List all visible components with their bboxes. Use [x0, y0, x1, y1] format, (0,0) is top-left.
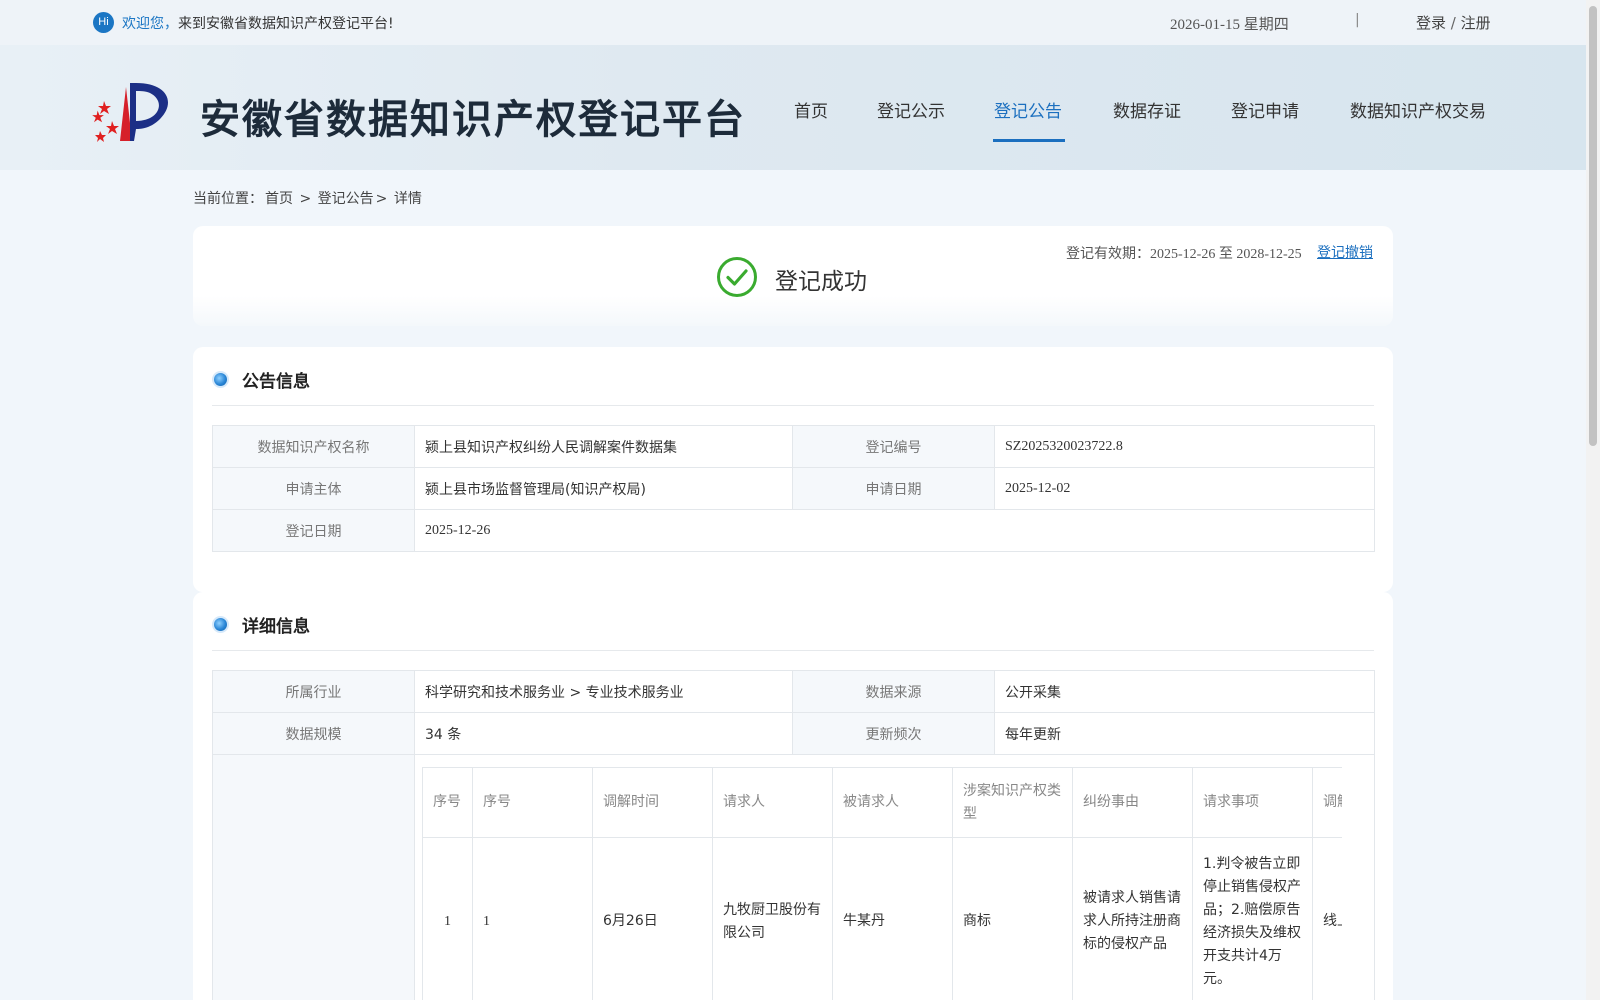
nav-registration-notice[interactable]: 登记公示	[877, 97, 945, 122]
nav-registration-announcement[interactable]: 登记公告	[994, 97, 1062, 122]
status-text: 登记成功	[775, 269, 867, 295]
main-nav: 首页 登记公示 登记公告 数据存证 登记申请 数据知识产权交易	[0, 45, 1586, 170]
col-header: 涉案知识产权类型	[952, 767, 1073, 838]
data-source-label: 数据来源	[792, 670, 995, 713]
cell: 商标	[952, 837, 1073, 1000]
ip-name-label: 数据知识产权名称	[212, 425, 415, 468]
reg-date-label: 登记日期	[212, 509, 415, 552]
sample-data-table: 序号 序号 调解时间 请求人 被请求人 涉案知识产权类型 纠纷事由 请求事项 调…	[422, 767, 1342, 1000]
nav-registration-apply[interactable]: 登记申请	[1231, 97, 1299, 122]
cell: 1	[422, 837, 473, 1000]
cell: 牛某丹	[832, 837, 953, 1000]
cell: 线上	[1312, 837, 1342, 1000]
nav-ip-trade[interactable]: 数据知识产权交易	[1350, 97, 1486, 122]
welcome-highlight: 欢迎您，	[122, 16, 178, 32]
table-row: 1 1 6月26日 九牧厨卫股份有限公司 牛某丹 商标 被请求人销售请求人所持注…	[422, 837, 1342, 1000]
section-divider	[212, 650, 1374, 651]
ip-name-value: 颍上县知识产权纠纷人民调解案件数据集	[414, 425, 793, 468]
breadcrumb-prefix: 当前位置：	[193, 191, 263, 207]
cell: 1	[472, 837, 593, 1000]
sample-label-cell	[212, 754, 415, 1000]
validity-period: 登记有效期：2025-12-26 至 2028-12-25	[1066, 243, 1302, 263]
data-scale-value: 34 条	[414, 712, 793, 755]
sample-table-scroll[interactable]: 序号 序号 调解时间 请求人 被请求人 涉案知识产权类型 纠纷事由 请求事项 调…	[422, 767, 1342, 1000]
col-header: 调解时间	[592, 767, 713, 838]
cell: 1.判令被告立即停止销售侵权产品；2.赔偿原告经济损失及维权开支共计4万元。	[1192, 837, 1313, 1000]
nav-data-certificate[interactable]: 数据存证	[1113, 97, 1181, 122]
nav-active-underline	[993, 139, 1065, 142]
topbar-separator: |	[1355, 12, 1360, 28]
nav-home[interactable]: 首页	[794, 97, 828, 122]
applicant-label: 申请主体	[212, 467, 415, 510]
reg-number-value: SZ2025320023722.8	[994, 425, 1375, 468]
col-header: 调解	[1312, 767, 1342, 838]
welcome-text: 欢迎您，来到安徽省数据知识产权登记平台!	[122, 13, 394, 33]
table-row: 登记日期 2025-12-26	[212, 509, 1375, 552]
breadcrumb: 当前位置： 首页 > 登记公告 > 详情	[193, 188, 424, 208]
table-row: 数据规模 34 条 更新频次 每年更新	[212, 712, 1375, 755]
detail-card: 详细信息 所属行业 科学研究和技术服务业 > 专业技术服务业 数据来源 公开采集…	[193, 592, 1393, 1000]
col-header: 请求事项	[1192, 767, 1313, 838]
announcement-header: 公告信息	[212, 365, 1374, 395]
current-date: 2026-01-15 星期四	[1170, 17, 1289, 33]
detail-title: 详细信息	[242, 617, 310, 637]
apply-date-label: 申请日期	[792, 467, 995, 510]
section-bullet-icon	[212, 616, 229, 633]
breadcrumb-gt-1: >	[295, 191, 316, 207]
col-header: 被请求人	[832, 767, 953, 838]
table-row: 申请主体 颍上县市场监督管理局(知识产权局) 申请日期 2025-12-02	[212, 467, 1375, 510]
data-source-value: 公开采集	[994, 670, 1375, 713]
cell: 九牧厨卫股份有限公司	[712, 837, 833, 1000]
breadcrumb-section[interactable]: 登记公告	[318, 191, 374, 207]
update-frequency-label: 更新频次	[792, 712, 995, 755]
detail-header: 详细信息	[212, 610, 1374, 640]
scrollbar-thumb[interactable]	[1589, 6, 1597, 446]
register-link[interactable]: 注册	[1461, 14, 1491, 32]
header-banner: 安徽省数据知识产权登记平台 首页 登记公示 登记公告 数据存证 登记申请 数据知…	[0, 45, 1586, 170]
table-row: 所属行业 科学研究和技术服务业 > 专业技术服务业 数据来源 公开采集	[212, 670, 1375, 713]
table-row: 数据知识产权名称 颍上县知识产权纠纷人民调解案件数据集 登记编号 SZ20253…	[212, 425, 1375, 468]
col-header: 序号	[472, 767, 593, 838]
section-divider	[212, 405, 1374, 406]
breadcrumb-gt-2: >	[375, 191, 392, 207]
apply-date-value: 2025-12-02	[994, 467, 1375, 510]
breadcrumb-home[interactable]: 首页	[265, 191, 293, 207]
industry-label: 所属行业	[212, 670, 415, 713]
announcement-table: 数据知识产权名称 颍上县知识产权纠纷人民调解案件数据集 登记编号 SZ20253…	[212, 425, 1375, 552]
hi-icon: Hi	[93, 12, 114, 33]
top-bar: Hi 欢迎您，来到安徽省数据知识产权登记平台! 2026-01-15 星期四 |…	[0, 0, 1586, 45]
cell: 被请求人销售请求人所持注册商标的侵权产品	[1072, 837, 1193, 1000]
welcome-rest: 来到安徽省数据知识产权登记平台!	[178, 16, 394, 32]
data-scale-label: 数据规模	[212, 712, 415, 755]
sample-table-header: 序号 序号 调解时间 请求人 被请求人 涉案知识产权类型 纠纷事由 请求事项 调…	[422, 767, 1342, 838]
status-card: 登记成功 登记有效期：2025-12-26 至 2028-12-25 登记撤销	[193, 226, 1393, 326]
announcement-title: 公告信息	[242, 372, 310, 392]
login-register: 登录 / 注册	[1416, 12, 1491, 33]
reg-date-value: 2025-12-26	[414, 509, 1375, 552]
page-scrollbar[interactable]	[1586, 0, 1600, 1000]
revoke-link[interactable]: 登记撤销	[1317, 242, 1373, 262]
reg-number-label: 登记编号	[792, 425, 995, 468]
industry-value: 科学研究和技术服务业 > 专业技术服务业	[414, 670, 793, 713]
col-header: 纠纷事由	[1072, 767, 1193, 838]
validity-label: 登记有效期：	[1066, 246, 1150, 262]
cell: 6月26日	[592, 837, 713, 1000]
col-header: 序号	[422, 767, 473, 838]
applicant-value: 颍上县市场监督管理局(知识产权局)	[414, 467, 793, 510]
section-bullet-icon	[212, 371, 229, 388]
success-check-icon	[717, 257, 757, 297]
announcement-card: 公告信息 数据知识产权名称 颍上县知识产权纠纷人民调解案件数据集 登记编号 SZ…	[193, 347, 1393, 592]
login-slash: /	[1446, 14, 1461, 32]
col-header: 请求人	[712, 767, 833, 838]
validity-range: 2025-12-26 至 2028-12-25	[1150, 247, 1302, 262]
update-frequency-value: 每年更新	[994, 712, 1375, 755]
breadcrumb-current: 详情	[393, 191, 422, 207]
login-link[interactable]: 登录	[1416, 14, 1446, 32]
